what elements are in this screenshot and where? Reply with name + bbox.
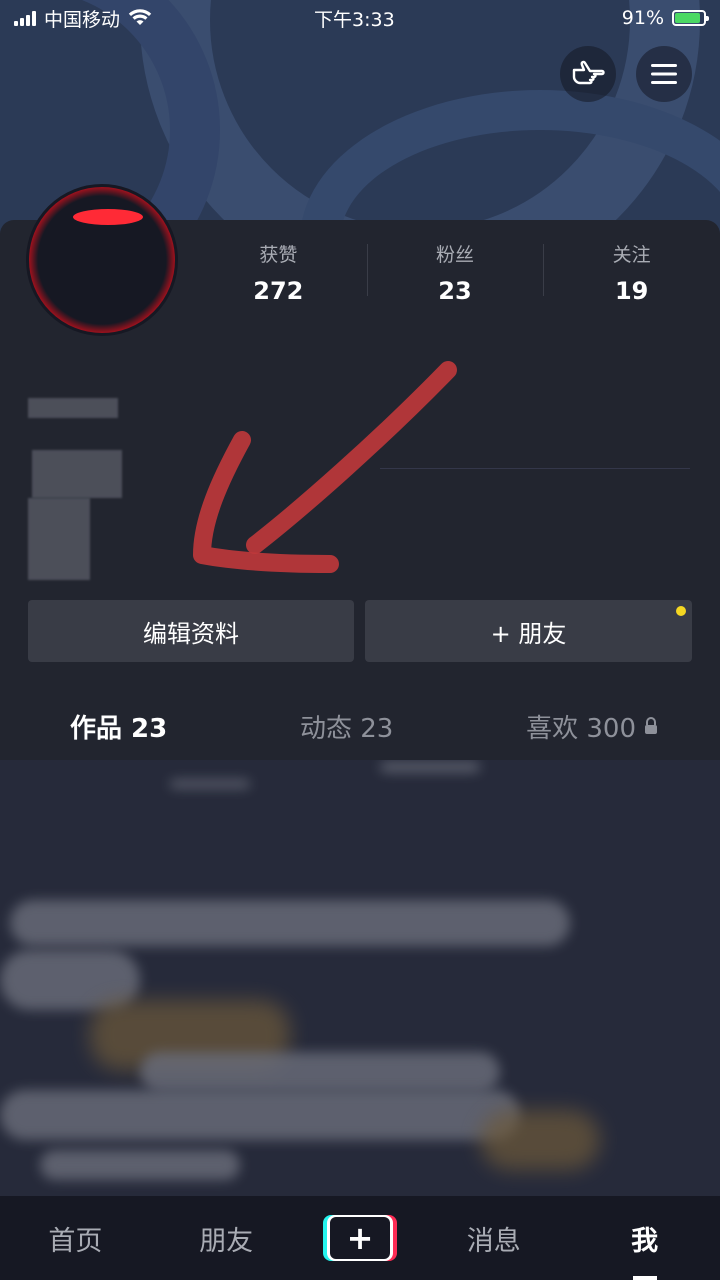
tab-moments[interactable]: 动态 23: [300, 708, 393, 745]
lock-icon: [645, 717, 657, 734]
edit-profile-button[interactable]: 编辑资料: [28, 600, 354, 662]
stat-followers[interactable]: 粉丝 23: [366, 240, 544, 305]
create-button[interactable]: +: [326, 1215, 393, 1261]
profile-stats: 获赞 272 粉丝 23 关注 19: [190, 240, 720, 305]
signal-icon: [14, 10, 36, 26]
nav-home[interactable]: 首页: [25, 1219, 125, 1258]
stat-likes[interactable]: 获赞 272: [190, 240, 367, 305]
status-time: 下午3:33: [314, 8, 395, 31]
avatar[interactable]: [26, 184, 178, 336]
stat-following[interactable]: 关注 19: [543, 240, 720, 305]
notification-dot: [676, 606, 686, 616]
carrier-name: 中国移动: [44, 8, 121, 31]
stat-label: 获赞: [259, 244, 298, 266]
stat-value: 272: [253, 277, 304, 305]
redacted-bio: [28, 498, 90, 580]
content-tabs: 作品 23 动态 23 喜欢 300: [0, 696, 720, 756]
menu-button[interactable]: [636, 46, 692, 102]
plus-icon: +: [329, 1217, 390, 1259]
tab-label: 喜欢 300: [526, 713, 636, 744]
edit-profile-label: 编辑资料: [143, 619, 239, 648]
nav-messages[interactable]: 消息: [444, 1219, 544, 1258]
stat-value: 19: [614, 277, 649, 305]
battery-percent: 91%: [621, 7, 664, 29]
redacted-username: [28, 398, 118, 418]
tab-label: 动态 23: [299, 713, 394, 744]
pointing-hand-icon: [572, 60, 605, 85]
bottom-nav: 首页 朋友 + 消息 我: [0, 1196, 720, 1280]
tab-works[interactable]: 作品 23: [70, 708, 167, 745]
add-friend-label: + 朋友: [490, 619, 567, 648]
add-friend-button[interactable]: + 朋友: [365, 600, 692, 662]
status-bar: 中国移动 下午3:33 91%: [0, 0, 720, 36]
stat-value: 23: [438, 277, 472, 305]
battery-icon: [672, 10, 709, 26]
pointing-hand-button[interactable]: [560, 46, 616, 102]
wifi-icon: [128, 9, 152, 25]
redacted-bio: [32, 450, 122, 498]
stat-label: 粉丝: [436, 244, 475, 266]
tab-likes[interactable]: 喜欢 300: [526, 708, 658, 745]
nav-me[interactable]: 我: [595, 1219, 695, 1280]
nav-friends[interactable]: 朋友: [176, 1219, 276, 1258]
menu-icon: [651, 64, 677, 84]
tab-label: 作品 23: [70, 713, 168, 744]
arrow-annotation: [193, 361, 457, 573]
stat-label: 关注: [612, 244, 651, 266]
video-grid[interactable]: [0, 760, 720, 1196]
